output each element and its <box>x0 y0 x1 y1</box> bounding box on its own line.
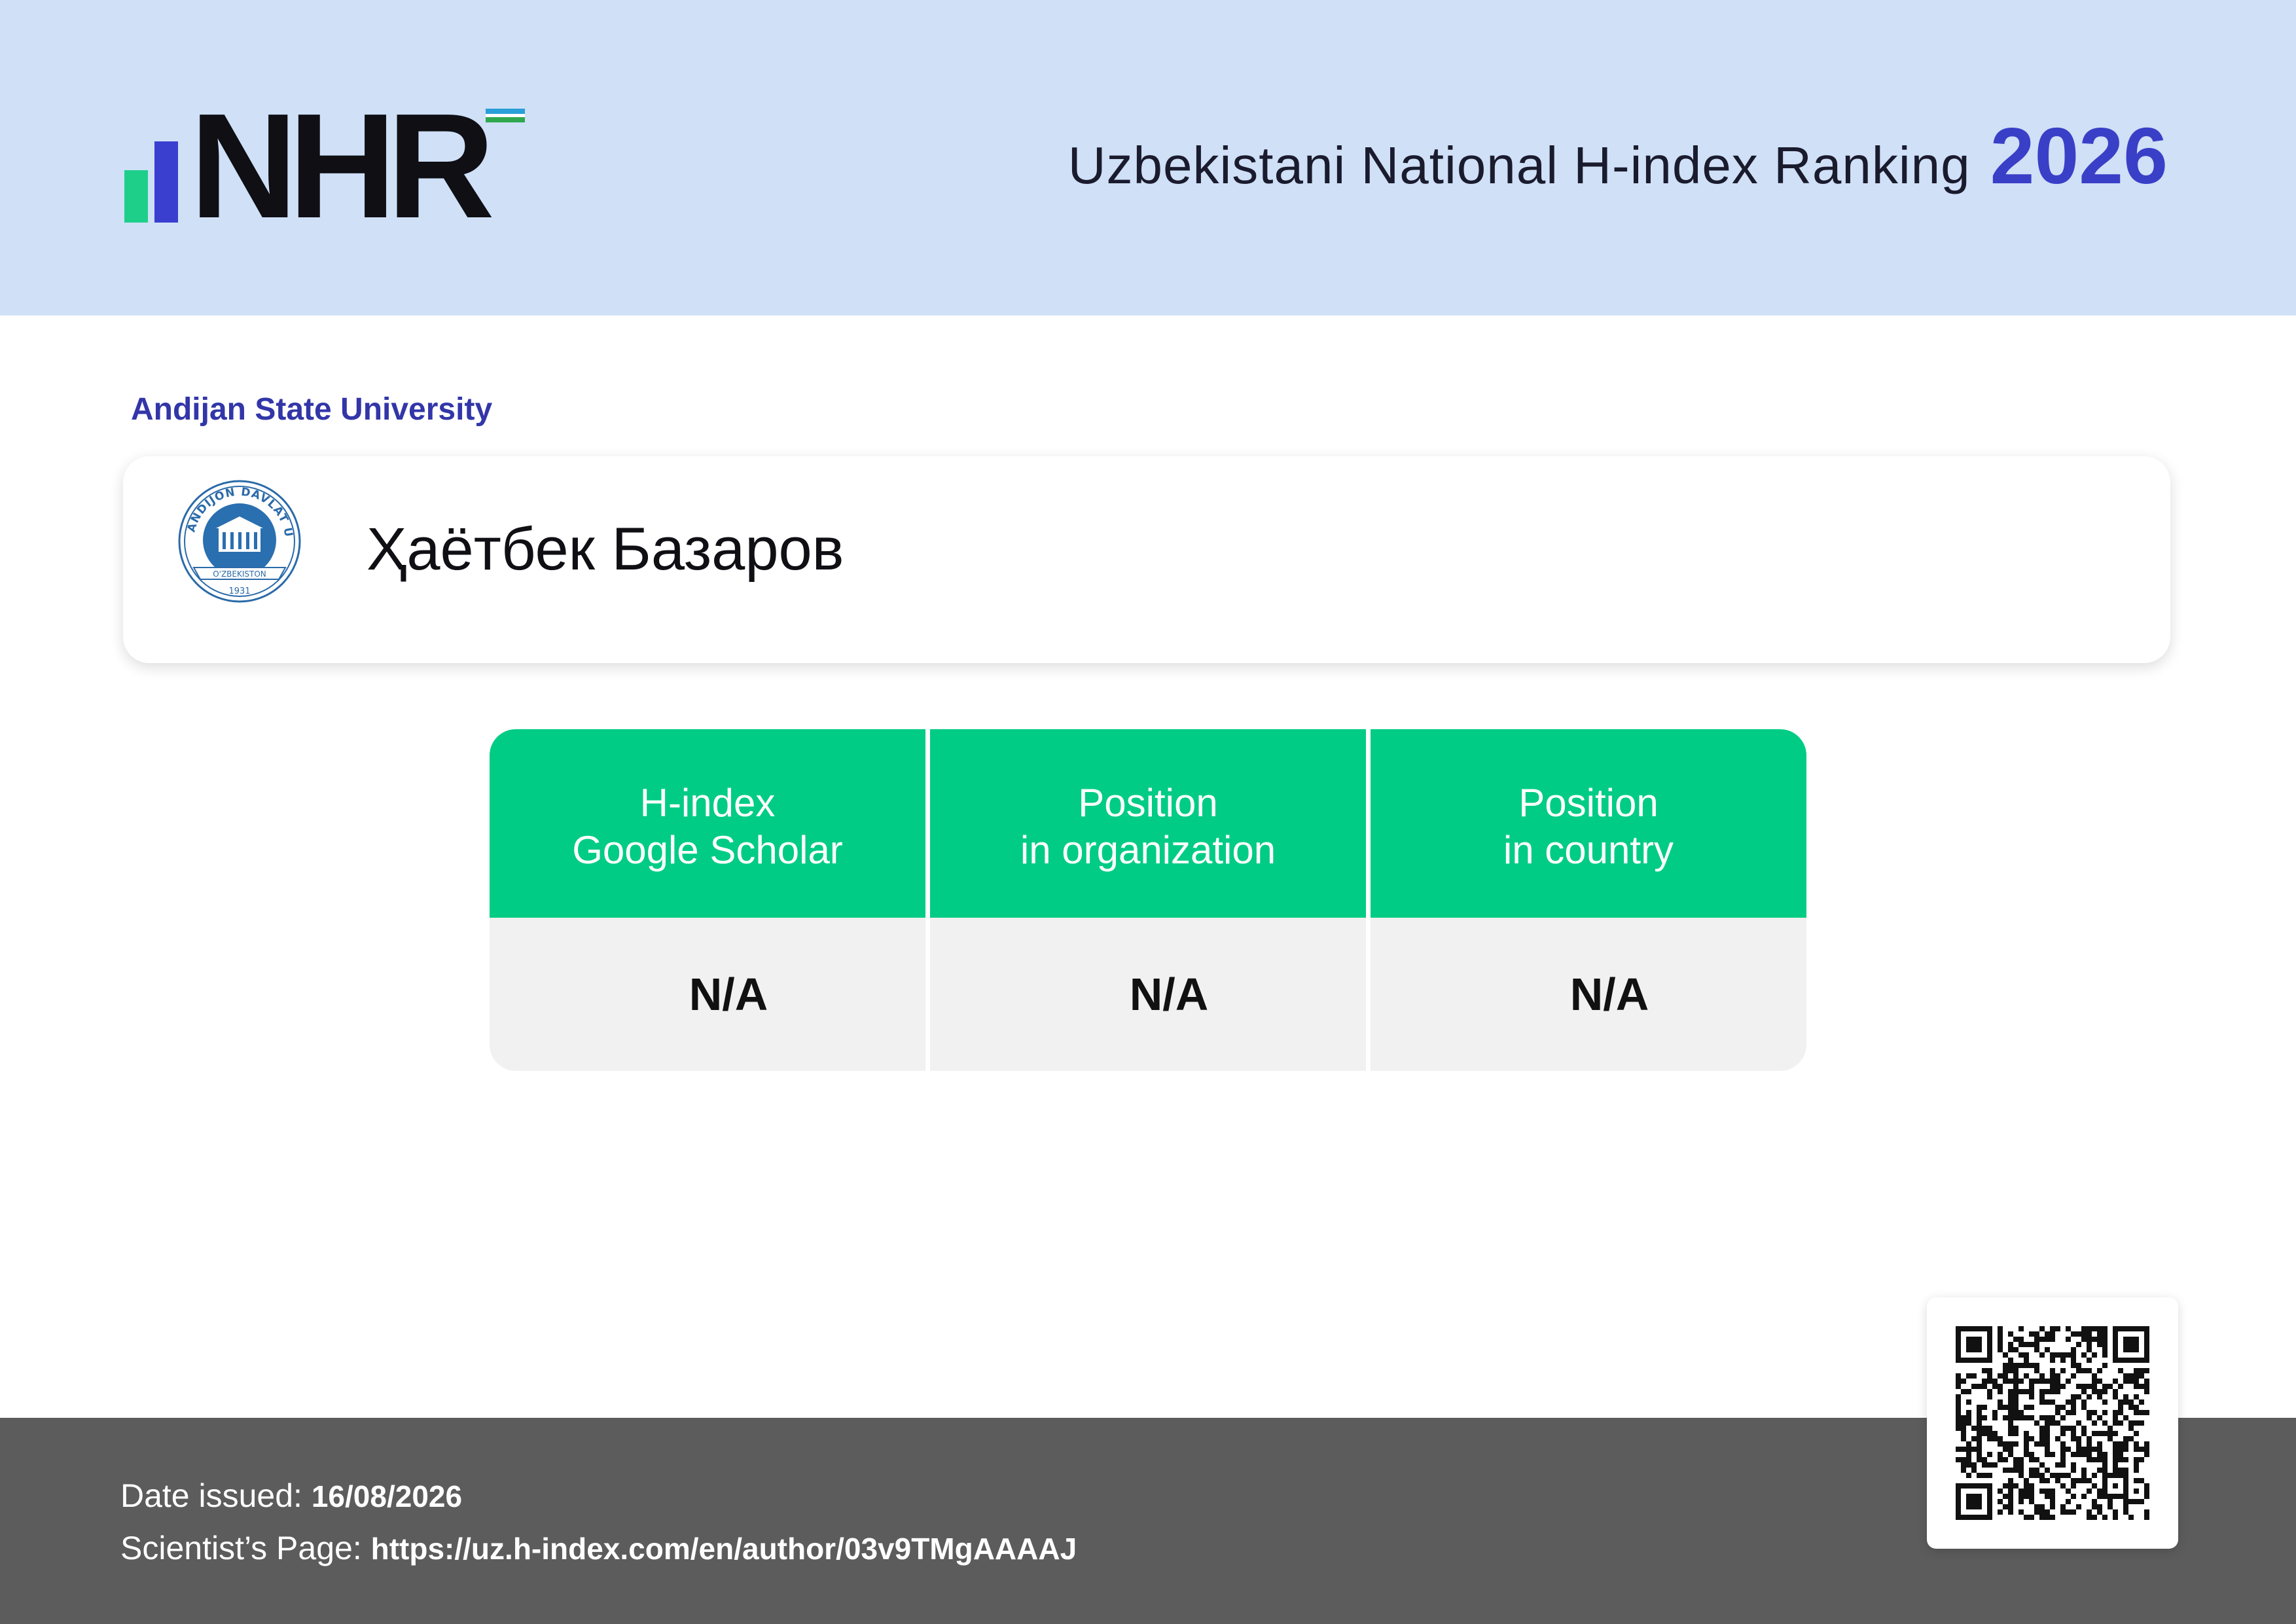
date-issued: Date issued: 16/08/2026 <box>120 1477 462 1515</box>
stats-header-line1: Position <box>1078 781 1218 825</box>
stats-header-line2: in organization <box>1020 828 1276 872</box>
university-seal-icon: ANDIJON DAVLAT UNIVERSITETI O'ZBEKISTON … <box>174 476 301 603</box>
scientist-page-label: Scientist’s Page: <box>120 1530 362 1566</box>
stats-header-org-position: Position in organization <box>930 729 1366 918</box>
logo-text: NHR <box>190 83 495 249</box>
date-issued-value: 16/08/2026 <box>311 1479 463 1513</box>
stats-value-org-position: N/A <box>930 918 1366 1071</box>
scientist-page-link[interactable]: https://uz.h-index.com/en/author/03v9TMg… <box>371 1532 1077 1566</box>
qr-code-icon[interactable] <box>1956 1326 2149 1520</box>
stats-header-country-position: Position in country <box>1371 729 1806 918</box>
logo-bar-green <box>124 170 148 223</box>
scientist-name: Ҳаётбек Базаров <box>367 516 844 583</box>
logo-bar-blue <box>154 141 178 223</box>
date-issued-label: Date issued: <box>120 1477 302 1514</box>
stats-header-line2: in country <box>1503 828 1674 872</box>
nhr-logo: NHR <box>124 92 543 241</box>
header-banner: NHR Uzbekistani National H-index Ranking… <box>0 0 2296 316</box>
stats-header-line2: Google Scholar <box>572 828 843 872</box>
stats-header-hindex: H-index Google Scholar <box>490 729 925 918</box>
seal-year: 1931 <box>228 586 250 596</box>
stats-value-hindex: N/A <box>490 918 925 1071</box>
uzbekistan-flag-icon <box>486 109 525 122</box>
stats-value-country-position: N/A <box>1371 918 1806 1071</box>
seal-country: O'ZBEKISTON <box>213 569 266 579</box>
stats-table: H-index Google Scholar Position in organ… <box>490 729 1806 1071</box>
stats-header-line1: H-index <box>639 781 776 825</box>
stats-header-line1: Position <box>1518 781 1659 825</box>
ranking-year: 2026 <box>1990 111 2168 200</box>
organization-name: Andijan State University <box>131 392 493 427</box>
qr-code-card[interactable] <box>1927 1297 2178 1549</box>
scientist-page: Scientist’s Page: https://uz.h-index.com… <box>120 1529 1077 1567</box>
ranking-title: Uzbekistani National H-index Ranking <box>1067 136 1971 194</box>
header-title: Uzbekistani National H-index Ranking 202… <box>1068 110 2168 202</box>
scientist-card: ANDIJON DAVLAT UNIVERSITETI O'ZBEKISTON … <box>123 456 2170 663</box>
